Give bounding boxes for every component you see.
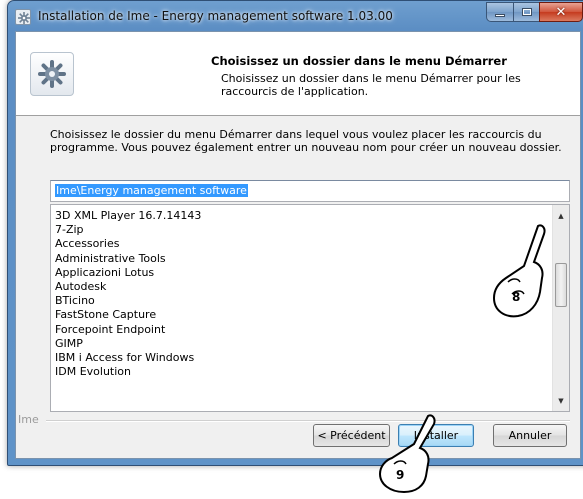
list-item[interactable]: BTicino <box>55 294 201 308</box>
list-item[interactable]: Applicazioni Lotus <box>55 266 201 280</box>
page-title: Choisissez un dossier dans le menu Démar… <box>211 54 507 68</box>
list-item[interactable]: FastStone Capture <box>55 308 201 322</box>
list-item[interactable]: Autodesk <box>55 280 201 294</box>
list-item[interactable]: Administrative Tools <box>55 252 201 266</box>
list-item[interactable]: 7-Zip <box>55 223 201 237</box>
hand-pointer-callout-install: 9 <box>368 412 438 499</box>
instructions-text: Choisissez le dossier du menu Démarrer d… <box>50 128 562 154</box>
app-icon <box>15 9 31 25</box>
maximize-icon <box>521 8 532 16</box>
minimize-button[interactable] <box>486 2 513 22</box>
installer-gear-icon <box>30 52 74 96</box>
page-header: Choisissez un dossier dans le menu Démar… <box>16 32 580 116</box>
folder-list-items: 3D XML Player 16.7.14143 7-Zip Accessories… <box>55 209 201 379</box>
scroll-down-arrow-icon[interactable]: ▼ <box>553 392 569 409</box>
list-item[interactable]: 3D XML Player 16.7.14143 <box>55 209 201 223</box>
step-number-9: 9 <box>396 468 405 482</box>
close-button[interactable]: ✕ <box>539 2 583 22</box>
scroll-thumb[interactable] <box>555 263 567 307</box>
list-scrollbar[interactable]: ▲ ▼ <box>552 205 569 411</box>
hand-pointer-icon <box>378 414 436 494</box>
list-item[interactable]: Forcepoint Endpoint <box>55 323 201 337</box>
caption-buttons: ✕ <box>486 2 583 22</box>
step-number-8: 8 <box>512 290 521 304</box>
page-description: Choisissez un dossier dans le menu Démar… <box>221 72 521 98</box>
list-item[interactable]: IBM i Access for Windows <box>55 351 201 365</box>
list-item[interactable]: IDM Evolution <box>55 365 201 379</box>
minimize-icon <box>495 13 505 17</box>
separator-line <box>46 420 570 422</box>
maximize-button[interactable] <box>513 2 539 22</box>
window-title: Installation de Ime - Energy management … <box>38 9 393 23</box>
close-icon: ✕ <box>555 4 567 20</box>
scroll-up-arrow-icon[interactable]: ▲ <box>553 207 569 224</box>
hand-pointer-icon <box>492 224 546 318</box>
hand-pointer-callout-scroll: 8 <box>490 222 550 340</box>
folder-input-value: Ime\Energy management software <box>55 184 248 197</box>
list-item[interactable]: GIMP <box>55 337 201 351</box>
start-menu-folder-input[interactable]: Ime\Energy management software <box>50 180 570 202</box>
cancel-button[interactable]: Annuler <box>493 424 567 447</box>
brand-label: Ime <box>18 413 39 426</box>
list-item[interactable]: Accessories <box>55 237 201 251</box>
